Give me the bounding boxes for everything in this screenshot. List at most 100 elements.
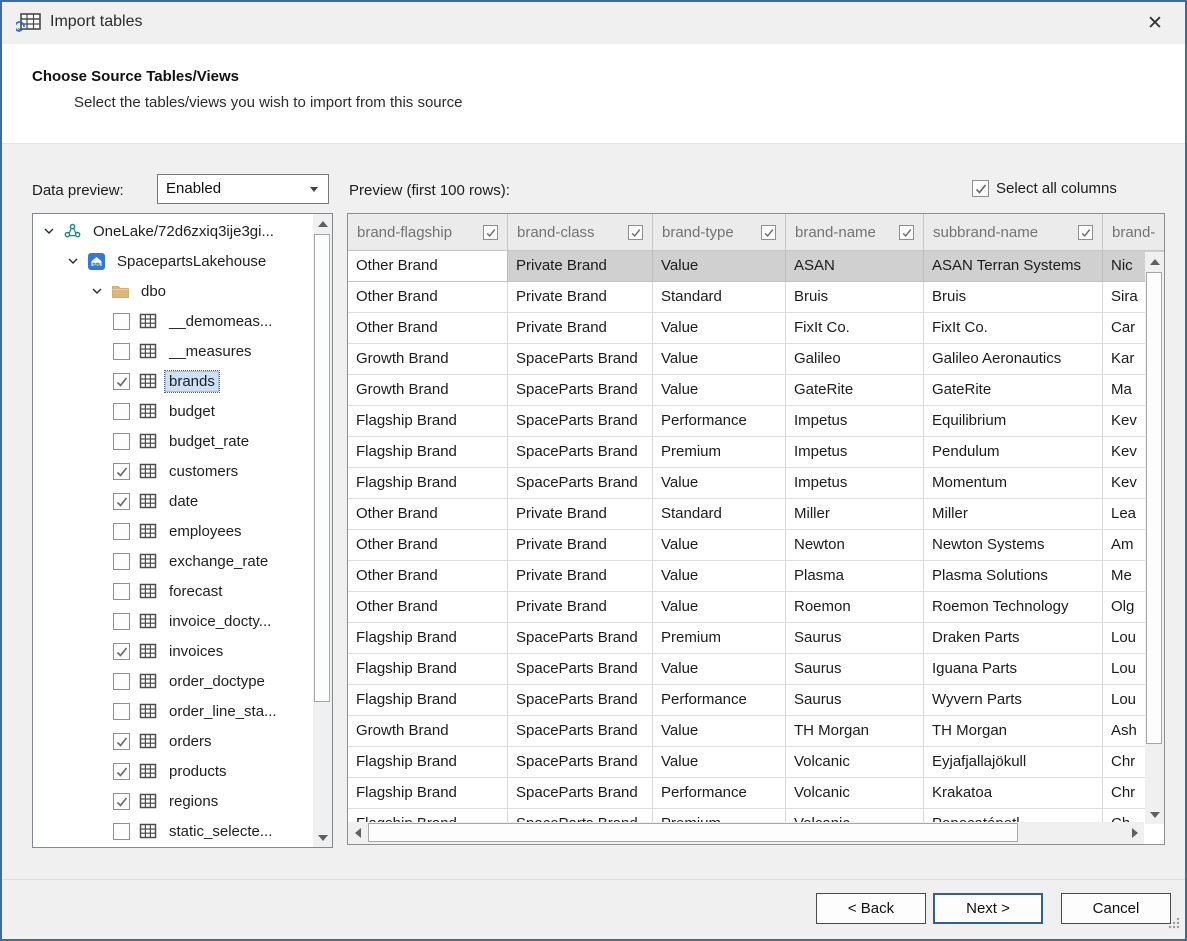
scroll-down-arrow[interactable] [313, 828, 332, 847]
scroll-up-arrow[interactable] [1145, 252, 1164, 271]
table-icon [139, 642, 158, 661]
grid-horizontal-scrollbar[interactable] [348, 822, 1144, 844]
table-row[interactable]: Other BrandPrivate BrandValuePlasmaPlasm… [348, 561, 1164, 592]
column-header-brand-type[interactable]: brand-type [653, 214, 786, 251]
select-all-checkbox[interactable] [972, 180, 989, 197]
tree-item-regions[interactable]: regions [33, 786, 313, 816]
table-checkbox[interactable] [113, 583, 130, 600]
scroll-up-arrow[interactable] [313, 214, 332, 233]
table-checkbox[interactable] [113, 493, 130, 510]
close-button[interactable]: ✕ [1141, 10, 1169, 38]
table-checkbox[interactable] [113, 613, 130, 630]
table-checkbox[interactable] [113, 523, 130, 540]
tree-item-__demomeas-[interactable]: __demomeas... [33, 306, 313, 336]
table-checkbox[interactable] [113, 373, 130, 390]
tree-item-static_selecte-[interactable]: static_selecte... [33, 816, 313, 846]
column-checkbox[interactable] [761, 225, 776, 240]
column-checkbox[interactable] [899, 225, 914, 240]
next-button[interactable]: Next > [933, 893, 1043, 924]
table-checkbox[interactable] [113, 703, 130, 720]
chevron-down-icon[interactable] [41, 223, 57, 239]
table-row[interactable]: Flagship BrandSpaceParts BrandPerformanc… [348, 778, 1164, 809]
tree-item-forecast[interactable]: forecast [33, 576, 313, 606]
tree-item-spacepartslakehouse[interactable]: SpacepartsLakehouse [33, 246, 313, 276]
table-checkbox[interactable] [113, 763, 130, 780]
table-row[interactable]: Other BrandPrivate BrandStandardMillerMi… [348, 499, 1164, 530]
table-checkbox[interactable] [113, 463, 130, 480]
grid-vertical-scrollbar[interactable] [1145, 252, 1164, 824]
table-row[interactable]: Flagship BrandSpaceParts BrandValueSauru… [348, 654, 1164, 685]
tree-item-employees[interactable]: employees [33, 516, 313, 546]
table-checkbox[interactable] [113, 823, 130, 840]
table-checkbox[interactable] [113, 403, 130, 420]
table-row[interactable]: Other BrandPrivate BrandStandardBruisBru… [348, 282, 1164, 313]
table-row[interactable]: Other BrandPrivate BrandValueFixIt Co.Fi… [348, 313, 1164, 344]
table-row[interactable]: Flagship BrandSpaceParts BrandValueVolca… [348, 747, 1164, 778]
table-row[interactable]: Growth BrandSpaceParts BrandValueGalileo… [348, 344, 1164, 375]
scroll-right-arrow[interactable] [1125, 822, 1144, 844]
column-checkbox[interactable] [1078, 225, 1093, 240]
column-header-brand-flagship[interactable]: brand-flagship [348, 214, 508, 251]
table-checkbox[interactable] [113, 343, 130, 360]
scroll-down-arrow[interactable] [1145, 805, 1164, 824]
chevron-down-icon[interactable] [65, 253, 81, 269]
tree-item-order_doctype[interactable]: order_doctype [33, 666, 313, 696]
tree-item-invoice_docty-[interactable]: invoice_docty... [33, 606, 313, 636]
scrollbar-thumb[interactable] [1146, 272, 1162, 744]
table-row[interactable]: Growth BrandSpaceParts BrandValueTH Morg… [348, 716, 1164, 747]
preview-rows-label: Preview (first 100 rows): [349, 182, 510, 199]
column-header-brand-class[interactable]: brand-class [508, 214, 653, 251]
table-row[interactable]: Flagship BrandSpaceParts BrandPremiumSau… [348, 623, 1164, 654]
column-checkbox[interactable] [628, 225, 643, 240]
scrollbar-thumb[interactable] [368, 823, 1018, 842]
table-checkbox[interactable] [113, 313, 130, 330]
tree-item-customers[interactable]: customers [33, 456, 313, 486]
tree-item-onelake-72d6zxiq3ije3gi-[interactable]: OneLake/72d6zxiq3ije3gi... [33, 216, 313, 246]
table-row[interactable]: Other BrandPrivate BrandValueRoemonRoemo… [348, 592, 1164, 623]
cancel-button[interactable]: Cancel [1061, 893, 1171, 924]
column-header-brand-name[interactable]: brand-name [786, 214, 924, 251]
scrollbar-thumb[interactable] [314, 234, 330, 702]
table-checkbox[interactable] [113, 733, 130, 750]
table-checkbox[interactable] [113, 793, 130, 810]
tree-item-__measures[interactable]: __measures [33, 336, 313, 366]
table-row[interactable]: Growth BrandSpaceParts BrandValueGateRit… [348, 375, 1164, 406]
table-cell: Value [653, 561, 786, 592]
tree-item-invoices[interactable]: invoices [33, 636, 313, 666]
table-row[interactable]: Flagship BrandSpaceParts BrandPremiumVol… [348, 809, 1164, 822]
table-checkbox[interactable] [113, 553, 130, 570]
tree-item-brands[interactable]: brands [33, 366, 313, 396]
resize-grip-icon[interactable] [1167, 916, 1181, 935]
data-preview-dropdown[interactable]: Enabled [157, 174, 329, 204]
table-checkbox[interactable] [113, 673, 130, 690]
tree-item-budget[interactable]: budget [33, 396, 313, 426]
tree-item-orders[interactable]: orders [33, 726, 313, 756]
table-cell: ASAN Terran Systems [924, 251, 1103, 282]
table-checkbox[interactable] [113, 433, 130, 450]
column-header-brand-[interactable]: brand- [1103, 214, 1165, 251]
table-row[interactable]: Flagship BrandSpaceParts BrandPremiumImp… [348, 437, 1164, 468]
table-cell: Value [653, 468, 786, 499]
table-row[interactable]: Other BrandPrivate BrandValueASANASAN Te… [348, 251, 1164, 282]
select-all-columns[interactable]: Select all columns [972, 180, 1117, 197]
column-header-subbrand-name[interactable]: subbrand-name [924, 214, 1103, 251]
table-row[interactable]: Flagship BrandSpaceParts BrandPerformanc… [348, 406, 1164, 437]
back-button[interactable]: < Back [816, 893, 926, 924]
scroll-left-arrow[interactable] [348, 822, 367, 844]
tree-item-order_line_sta-[interactable]: order_line_sta... [33, 696, 313, 726]
table-row[interactable]: Other BrandPrivate BrandValueNewtonNewto… [348, 530, 1164, 561]
tree-item-dbo[interactable]: dbo [33, 276, 313, 306]
tree-item-budget_rate[interactable]: budget_rate [33, 426, 313, 456]
chevron-down-icon[interactable] [89, 283, 105, 299]
select-all-label: Select all columns [996, 180, 1117, 197]
tree-item-date[interactable]: date [33, 486, 313, 516]
table-cell: Miller [786, 499, 924, 530]
tree-vertical-scrollbar[interactable] [313, 214, 332, 847]
table-checkbox[interactable] [113, 643, 130, 660]
column-checkbox[interactable] [483, 225, 498, 240]
titlebar[interactable]: Import tables ✕ [2, 2, 1185, 44]
tree-item-exchange_rate[interactable]: exchange_rate [33, 546, 313, 576]
table-row[interactable]: Flagship BrandSpaceParts BrandPerformanc… [348, 685, 1164, 716]
table-row[interactable]: Flagship BrandSpaceParts BrandValueImpet… [348, 468, 1164, 499]
tree-item-products[interactable]: products [33, 756, 313, 786]
